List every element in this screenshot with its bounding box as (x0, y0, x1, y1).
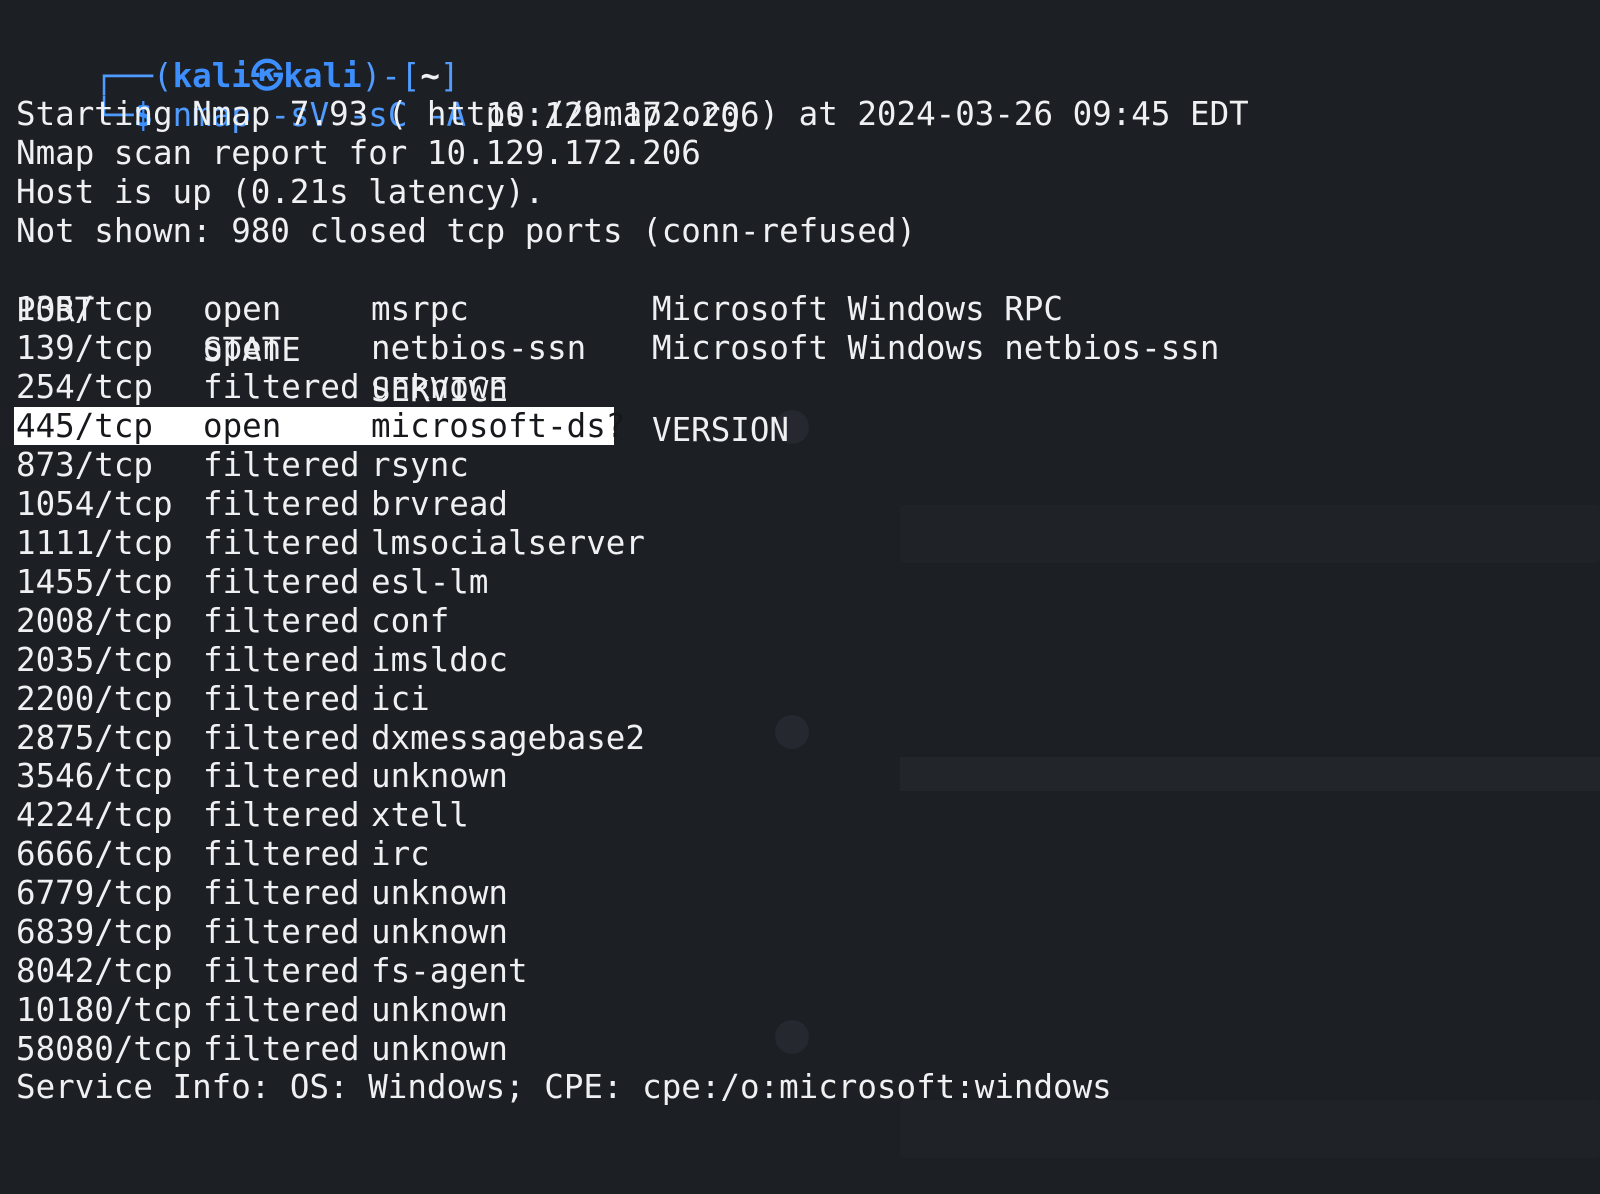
cell-port: 3546/tcp (16, 757, 173, 796)
table-row: 4224/tcp filtered xtell (16, 795, 1576, 835)
port-table-header: PORT STATE SERVICE VERSION (16, 250, 1576, 449)
cell-port: 2035/tcp (16, 640, 173, 679)
cell-port: 2200/tcp (16, 679, 173, 718)
cell-service: fs-agent (371, 952, 528, 991)
cell-service: rsync (371, 445, 469, 484)
cell-port: 6666/tcp (16, 835, 173, 874)
cell-state: filtered (203, 445, 360, 484)
cell-service: irc (371, 835, 430, 874)
cell-service: esl-lm (371, 562, 489, 601)
cell-state: open (203, 406, 282, 445)
table-row: 2035/tcp filtered imsldoc (16, 640, 1576, 680)
output-report: Nmap scan report for 10.129.172.206 (16, 134, 701, 172)
table-row: 254/tcp filtered unknown (16, 367, 1576, 407)
output-service-info: Service Info: OS: Windows; CPE: cpe:/o:m… (16, 1068, 1112, 1106)
cell-port: 1455/tcp (16, 562, 173, 601)
cell-state: filtered (203, 484, 360, 523)
cell-state: filtered (203, 913, 360, 952)
cell-state: filtered (203, 1030, 360, 1069)
cell-service: xtell (371, 796, 469, 835)
table-row: 6666/tcp filtered irc (16, 834, 1576, 874)
cell-port: 2875/tcp (16, 718, 173, 757)
cell-port: 10180/tcp (16, 991, 193, 1030)
cell-service: unknown (371, 1030, 508, 1069)
cell-port: 135/tcp (16, 290, 153, 328)
cell-state: filtered (203, 640, 360, 679)
cell-service: brvread (371, 484, 508, 523)
cell-state: open (203, 290, 282, 328)
cell-service: netbios-ssn (371, 328, 587, 367)
cell-service: ici (371, 679, 430, 718)
cell-service: lmsocialserver (371, 523, 645, 562)
cell-state: filtered (203, 718, 360, 757)
cell-state: filtered (203, 562, 360, 601)
output-starting: Starting Nmap 7.93 ( https://nmap.org ) … (16, 95, 1249, 133)
cell-service: unknown (371, 991, 508, 1030)
cell-port: 1054/tcp (16, 484, 173, 523)
cell-service: msrpc (371, 290, 469, 328)
table-row: 873/tcp filtered rsync (16, 445, 1576, 485)
output-host-up: Host is up (0.21s latency). (16, 173, 545, 211)
cell-state: filtered (203, 991, 360, 1030)
cell-state: filtered (203, 601, 360, 640)
table-row: 6839/tcp filtered unknown (16, 912, 1576, 952)
cell-port: 8042/tcp (16, 952, 173, 991)
cell-port: 6779/tcp (16, 874, 173, 913)
cell-service: unknown (371, 874, 508, 913)
cell-state: filtered (203, 523, 360, 562)
table-row: 58080/tcp filtered unknown (16, 1029, 1576, 1069)
cell-service: unknown (371, 757, 508, 796)
cell-port: 254/tcp (16, 367, 153, 406)
table-row: 135/tcp open msrpc Microsoft Windows RPC (16, 289, 1576, 329)
table-row: 2875/tcp filtered dxmessagebase2 (16, 718, 1576, 758)
cell-service: unknown (371, 367, 508, 406)
table-row: 3546/tcp filtered unknown (16, 756, 1576, 796)
cell-port: 445/tcp (16, 406, 153, 445)
cell-port: 6839/tcp (16, 913, 173, 952)
cell-port: 58080/tcp (16, 1030, 193, 1069)
cell-version: Microsoft Windows netbios-ssn (652, 328, 1220, 367)
cell-service: unknown (371, 913, 508, 952)
cell-service: dxmessagebase2 (371, 718, 645, 757)
table-row: 2200/tcp filtered ici (16, 679, 1576, 719)
cell-service: microsoft-ds? (371, 406, 626, 445)
cell-state: filtered (203, 952, 360, 991)
terminal-window[interactable]: ┌──(kali㉿kali)-[~] └─$ nmap -sV -sC -A 1… (0, 0, 1600, 1194)
cell-state: filtered (203, 796, 360, 835)
table-row: 2008/tcp filtered conf (16, 601, 1576, 641)
cell-state: filtered (203, 874, 360, 913)
output-not-shown: Not shown: 980 closed tcp ports (conn-re… (16, 212, 917, 250)
cell-port: 1111/tcp (16, 523, 173, 562)
table-row: 445/tcp open microsoft-ds? (14, 406, 1576, 446)
cell-port: 4224/tcp (16, 796, 173, 835)
table-row: 8042/tcp filtered fs-agent (16, 951, 1576, 991)
table-row: 1054/tcp filtered brvread (16, 484, 1576, 524)
table-row: 1455/tcp filtered esl-lm (16, 562, 1576, 602)
cell-service: imsldoc (371, 640, 508, 679)
cell-service: conf (371, 601, 450, 640)
cell-state: filtered (203, 367, 360, 406)
cell-state: filtered (203, 679, 360, 718)
cell-state: filtered (203, 835, 360, 874)
cell-state: filtered (203, 757, 360, 796)
cell-port: 139/tcp (16, 328, 153, 367)
table-row: 139/tcp open netbios-ssn Microsoft Windows … (16, 328, 1576, 368)
table-row: 6779/tcp filtered unknown (16, 873, 1576, 913)
cell-state: open (203, 328, 282, 367)
table-row: 1111/tcp filtered lmsocialserver (16, 523, 1576, 563)
cell-port: 873/tcp (16, 445, 153, 484)
table-row: 10180/tcp filtered unknown (16, 990, 1576, 1030)
cell-port: 2008/tcp (16, 601, 173, 640)
cell-version: Microsoft Windows RPC (652, 290, 1063, 328)
